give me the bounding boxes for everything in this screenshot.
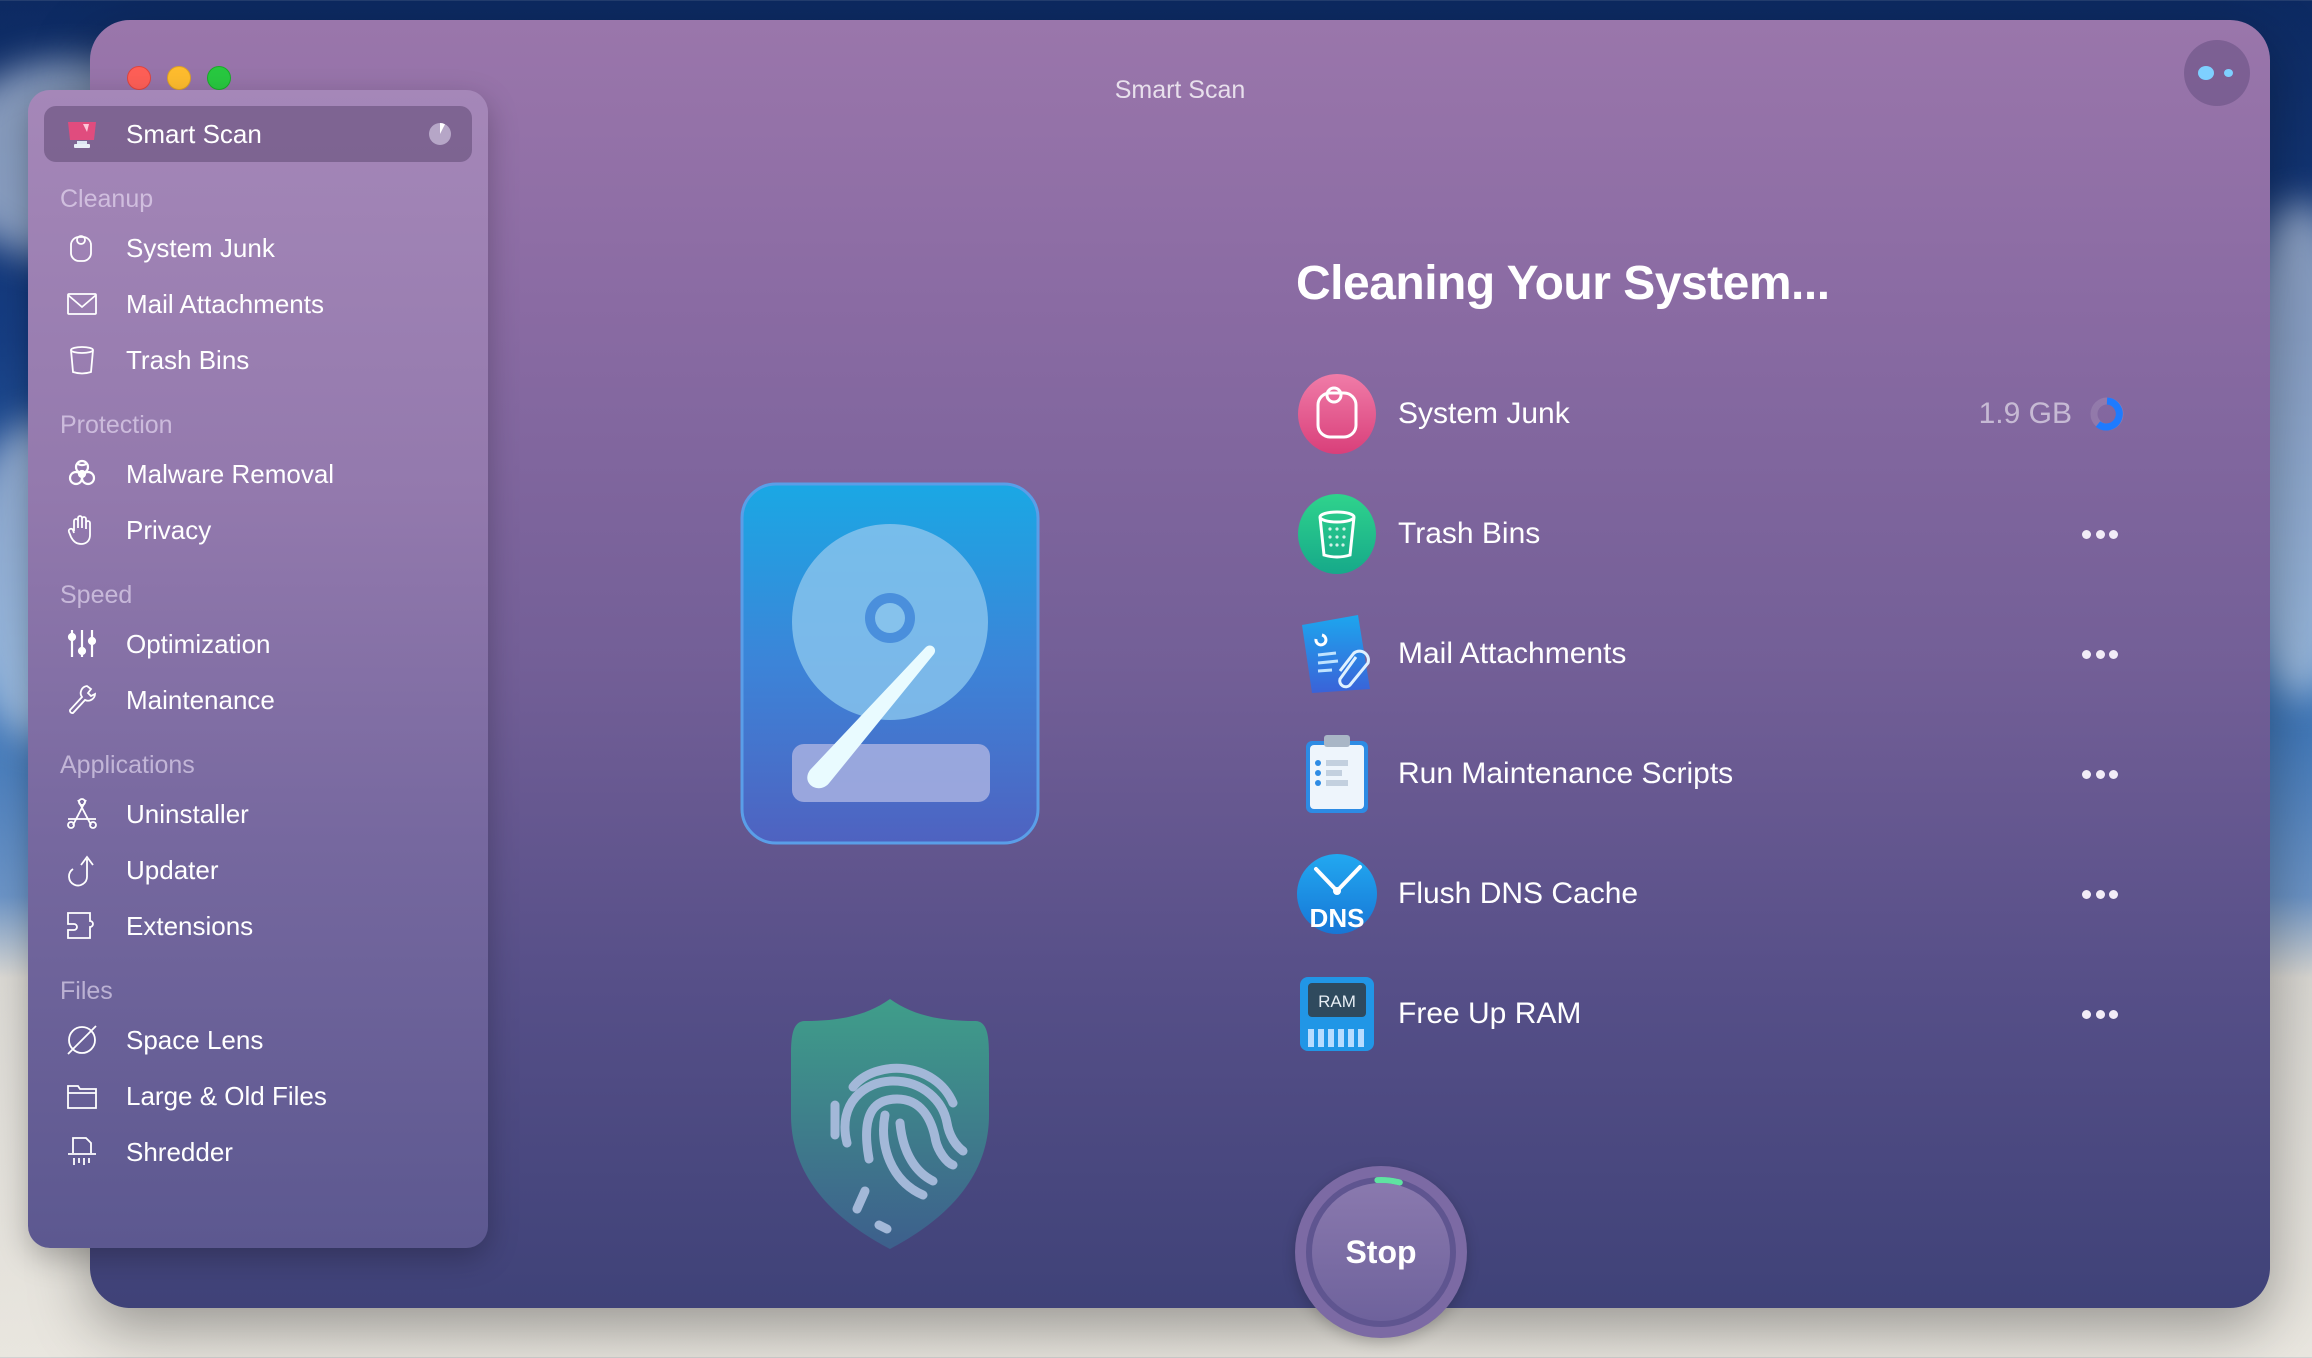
trash-icon bbox=[64, 342, 100, 378]
more-options-icon[interactable] bbox=[2076, 639, 2124, 669]
sidebar-section-cleanup: Cleanup bbox=[60, 185, 154, 213]
sidebar-item-malware-removal[interactable]: Malware Removal bbox=[28, 446, 488, 502]
task-row-free-up-ram[interactable]: RAM Free Up RAM bbox=[1296, 954, 2136, 1074]
sidebar-section-speed: Speed bbox=[60, 581, 133, 609]
task-row-system-junk[interactable]: System Junk 1.9 GB bbox=[1296, 354, 2136, 474]
task-label: Free Up RAM bbox=[1398, 997, 1582, 1030]
sidebar-section-files: Files bbox=[60, 977, 113, 1005]
sidebar-item-updater[interactable]: Updater bbox=[28, 842, 488, 898]
sidebar-item-label: Updater bbox=[126, 854, 219, 885]
sidebar-item-label: Smart Scan bbox=[126, 118, 262, 149]
task-list: System Junk 1.9 GB Trash Bins Mail Attac… bbox=[1296, 354, 2136, 1074]
sidebar-item-label: System Junk bbox=[126, 232, 275, 263]
system-junk-task-icon bbox=[1296, 373, 1378, 455]
mail-attachment-task-icon bbox=[1296, 613, 1378, 695]
sidebar-item-label: Space Lens bbox=[126, 1024, 264, 1055]
page-heading: Cleaning Your System... bbox=[1296, 257, 1830, 310]
task-row-flush-dns[interactable]: DNS Flush DNS Cache bbox=[1296, 834, 2136, 954]
folder-icon bbox=[64, 1078, 100, 1114]
sidebar-item-label: Trash Bins bbox=[126, 344, 250, 375]
sidebar-item-large-old-files[interactable]: Large & Old Files bbox=[28, 1068, 488, 1124]
sidebar-item-label: Extensions bbox=[126, 910, 254, 941]
sidebar-section-applications: Applications bbox=[60, 751, 195, 779]
sidebar-item-space-lens[interactable]: Space Lens bbox=[28, 1012, 488, 1068]
sidebar-item-label: Malware Removal bbox=[126, 458, 335, 489]
more-options-icon[interactable] bbox=[2076, 999, 2124, 1029]
assistant-button[interactable] bbox=[2184, 40, 2250, 106]
sidebar-item-mail-attachments[interactable]: Mail Attachments bbox=[28, 276, 488, 332]
task-row-mail-attachments[interactable]: Mail Attachments bbox=[1296, 594, 2136, 714]
stop-button[interactable]: Stop bbox=[1295, 1166, 1467, 1338]
scan-progress-icon bbox=[429, 123, 451, 145]
sidebar-item-label: Shredder bbox=[126, 1136, 233, 1167]
task-size: 1.9 GB bbox=[1978, 397, 2072, 430]
loading-spinner-icon bbox=[2090, 397, 2124, 431]
sidebar-section-protection: Protection bbox=[60, 411, 173, 439]
task-row-maintenance-scripts[interactable]: Run Maintenance Scripts bbox=[1296, 714, 2136, 834]
sidebar-item-extensions[interactable]: Extensions bbox=[28, 898, 488, 954]
more-options-icon[interactable] bbox=[2076, 519, 2124, 549]
task-label: Run Maintenance Scripts bbox=[1398, 757, 1734, 790]
sidebar-item-trash-bins[interactable]: Trash Bins bbox=[28, 332, 488, 388]
sidebar-item-label: Maintenance bbox=[126, 684, 275, 715]
sliders-icon bbox=[64, 626, 100, 662]
sidebar-item-privacy[interactable]: Privacy bbox=[28, 502, 488, 558]
task-label: Flush DNS Cache bbox=[1398, 877, 1639, 910]
fingerprint-shield-illustration bbox=[791, 999, 989, 1249]
sidebar-item-shredder[interactable]: Shredder bbox=[28, 1124, 488, 1180]
sidebar-item-label: Optimization bbox=[126, 628, 271, 659]
sidebar-item-smart-scan[interactable]: Smart Scan bbox=[44, 106, 472, 162]
planet-icon bbox=[64, 1022, 100, 1058]
dns-badge-text: DNS bbox=[1310, 903, 1365, 933]
task-row-trash-bins[interactable]: Trash Bins bbox=[1296, 474, 2136, 594]
task-label: Trash Bins bbox=[1398, 517, 1541, 550]
biohazard-icon bbox=[64, 456, 100, 492]
scan-progress-ring bbox=[1374, 1177, 1403, 1186]
puzzle-icon bbox=[64, 908, 100, 944]
sidebar-item-system-junk[interactable]: System Junk bbox=[28, 220, 488, 276]
hand-icon bbox=[64, 512, 100, 548]
dns-task-icon: DNS bbox=[1296, 853, 1378, 935]
smart-scan-icon bbox=[64, 116, 100, 152]
maintenance-scripts-task-icon bbox=[1296, 733, 1378, 815]
hard-drive-illustration bbox=[740, 482, 1040, 845]
task-label: Mail Attachments bbox=[1398, 637, 1627, 670]
task-label: System Junk bbox=[1398, 397, 1570, 430]
wrench-icon bbox=[64, 682, 100, 718]
sidebar-item-label: Mail Attachments bbox=[126, 288, 324, 319]
ram-task-icon: RAM bbox=[1296, 973, 1378, 1055]
sidebar-item-uninstaller[interactable]: Uninstaller bbox=[28, 786, 488, 842]
trash-task-icon bbox=[1296, 493, 1378, 575]
sidebar-item-maintenance[interactable]: Maintenance bbox=[28, 672, 488, 728]
more-options-icon[interactable] bbox=[2076, 879, 2124, 909]
sidebar-item-optimization[interactable]: Optimization bbox=[28, 616, 488, 672]
ram-badge-text: RAM bbox=[1318, 992, 1356, 1011]
sidebar-item-label: Large & Old Files bbox=[126, 1080, 327, 1111]
mail-icon bbox=[64, 286, 100, 322]
system-junk-icon bbox=[64, 230, 100, 266]
update-arrow-icon bbox=[64, 852, 100, 888]
sidebar-item-label: Privacy bbox=[126, 514, 212, 545]
app-store-icon bbox=[64, 796, 100, 832]
sidebar: Smart Scan Cleanup System Junk Mail Atta… bbox=[28, 90, 488, 1248]
shredder-icon bbox=[64, 1134, 100, 1170]
sidebar-item-label: Uninstaller bbox=[126, 798, 249, 829]
more-options-icon[interactable] bbox=[2076, 759, 2124, 789]
